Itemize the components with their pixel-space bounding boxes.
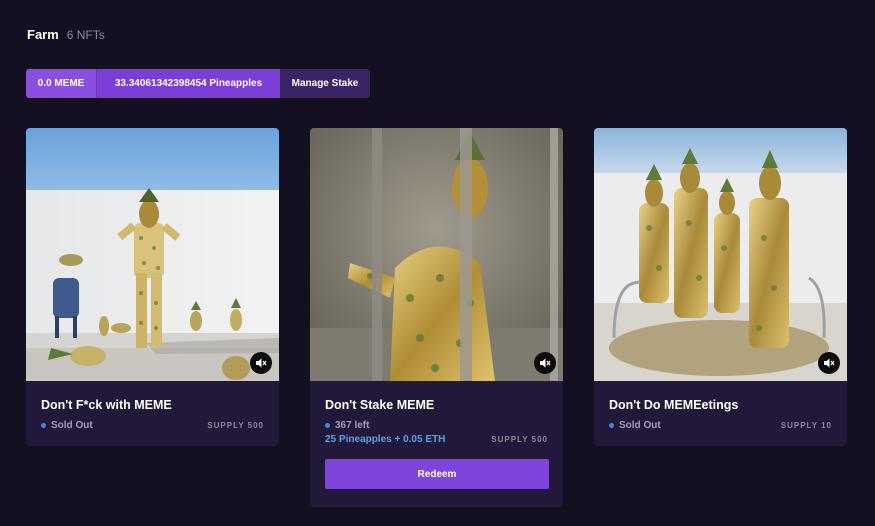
nft-image[interactable] [310, 128, 563, 381]
meme-balance: 0.0 MEME [26, 69, 96, 98]
nft-card: Don't F*ck with MEME Sold Out SUPPLY 500 [26, 128, 279, 446]
pineapple-figures-group-image [594, 128, 847, 381]
mute-button[interactable] [818, 352, 840, 374]
supply-label: SUPPLY 500 [491, 435, 548, 444]
nft-card: Don't Do MEMEetings Sold Out SUPPLY 10 [594, 128, 847, 446]
manage-stake-button[interactable]: Manage Stake [280, 69, 370, 98]
status-text: Sold Out [619, 420, 661, 431]
nft-card: Don't Stake MEME 367 left 25 Pineapples … [310, 128, 563, 507]
pineapple-figure-wall-image [26, 128, 279, 381]
page-title: Farm [27, 27, 59, 42]
page-header: Farm 6 NFTs [27, 27, 105, 42]
supply-label: SUPPLY 500 [207, 421, 264, 430]
nft-name: Don't Do MEMEetings [609, 398, 739, 412]
supply-label: SUPPLY 10 [780, 421, 832, 430]
status-text: 367 left [335, 420, 370, 431]
stake-bar: 0.0 MEME 33.34061342398454 Pineapples Ma… [26, 69, 370, 98]
speaker-muted-icon [824, 358, 835, 368]
pineapple-balance: 33.34061342398454 Pineapples [96, 69, 280, 98]
status-badge: Sold Out [609, 420, 661, 431]
mute-button[interactable] [250, 352, 272, 374]
nft-image[interactable] [26, 128, 279, 381]
nft-image[interactable] [594, 128, 847, 381]
pineapple-figure-cage-image [310, 128, 563, 381]
price-label: 25 Pineapples + 0.05 ETH [325, 434, 446, 445]
status-dot [325, 423, 330, 428]
nft-count: 6 NFTs [66, 28, 105, 42]
nft-name: Don't F*ck with MEME [41, 398, 172, 412]
status-badge: Sold Out [41, 420, 93, 431]
nft-name: Don't Stake MEME [325, 398, 435, 412]
speaker-muted-icon [540, 358, 551, 368]
status-dot [41, 423, 46, 428]
mute-button[interactable] [534, 352, 556, 374]
status-badge: 367 left [325, 420, 548, 431]
status-dot [609, 423, 614, 428]
status-text: Sold Out [51, 420, 93, 431]
speaker-muted-icon [256, 358, 267, 368]
redeem-button[interactable]: Redeem [325, 459, 549, 489]
